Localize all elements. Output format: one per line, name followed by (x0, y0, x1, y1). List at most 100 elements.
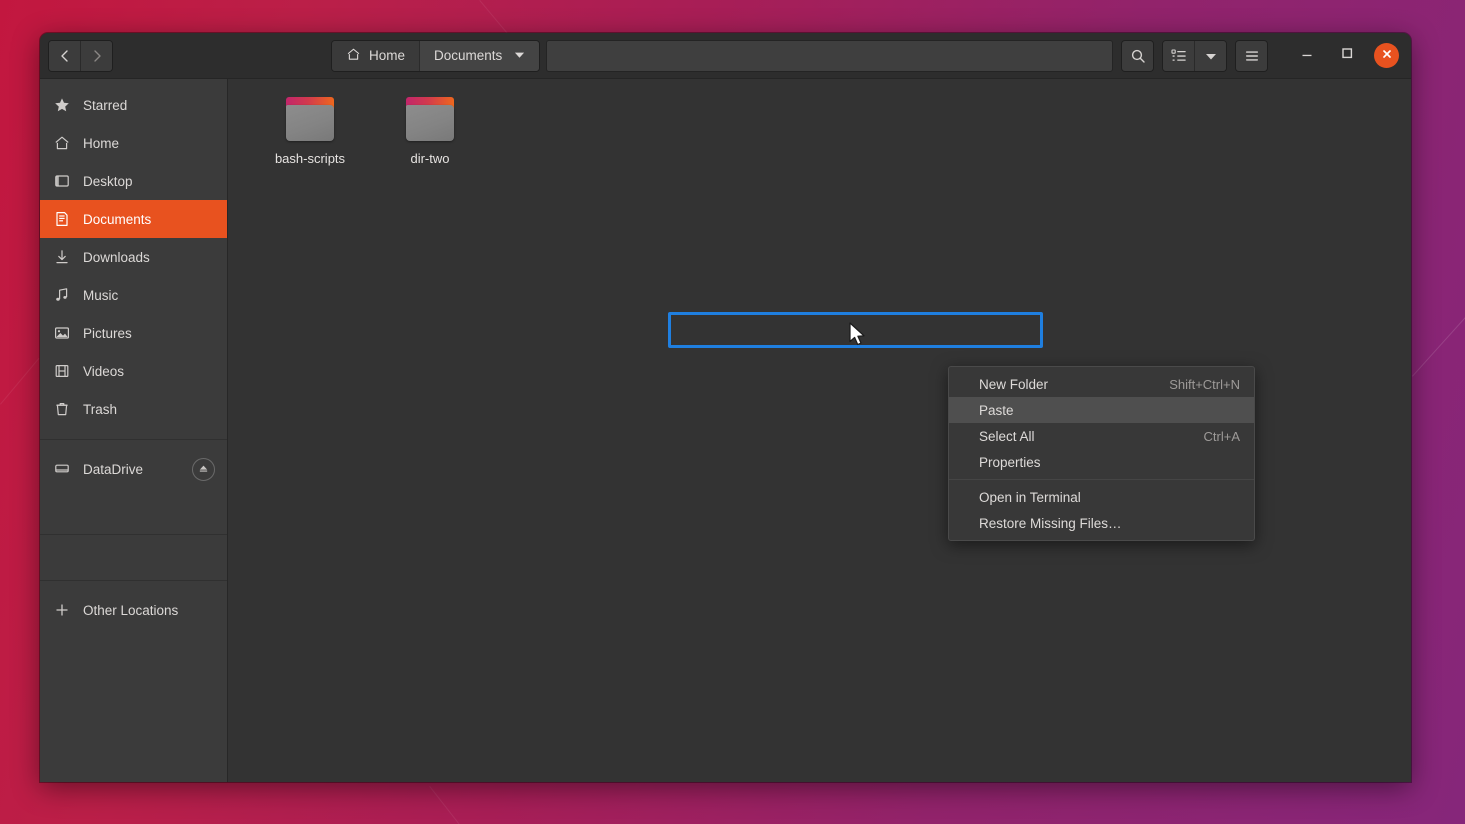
caret-down-icon[interactable] (514, 48, 525, 63)
search-icon (1130, 48, 1146, 64)
sidebar-item-other-locations[interactable]: Other Locations (40, 591, 227, 629)
menu-item-paste[interactable]: Paste (949, 397, 1254, 423)
sidebar-spacer (40, 488, 227, 534)
search-button-group (1121, 40, 1154, 72)
sidebar-item-datadrive[interactable]: DataDrive (40, 450, 227, 488)
main-menu-group (1235, 40, 1268, 72)
context-menu: New Folder Shift+Ctrl+N Paste Select All… (948, 366, 1255, 541)
sidebar-item-label: DataDrive (83, 462, 143, 477)
file-item-bash-scripts[interactable]: bash-scripts (250, 97, 370, 167)
sidebar-item-desktop[interactable]: Desktop (40, 162, 227, 200)
sidebar: Starred Home Desktop Documents (40, 79, 228, 782)
home-icon (53, 135, 70, 152)
sidebar-item-label: Desktop (83, 174, 133, 189)
close-button[interactable] (1374, 43, 1399, 68)
sidebar-item-label: Home (83, 136, 119, 151)
sidebar-divider (40, 439, 227, 440)
main-menu-button[interactable] (1236, 41, 1267, 71)
sidebar-item-pictures[interactable]: Pictures (40, 314, 227, 352)
sidebar-item-label: Pictures (83, 326, 132, 341)
view-dropdown-button[interactable] (1194, 41, 1226, 71)
back-button[interactable] (49, 41, 80, 71)
hamburger-icon (1244, 48, 1260, 64)
close-icon (1381, 47, 1393, 65)
trash-icon (53, 401, 70, 418)
download-icon (53, 249, 70, 266)
sidebar-item-label: Downloads (83, 250, 150, 265)
home-icon (346, 47, 361, 65)
plus-icon (53, 602, 70, 619)
sidebar-item-label: Documents (83, 212, 151, 227)
menu-item-label: Paste (979, 403, 1014, 418)
menu-item-label: Open in Terminal (979, 490, 1081, 505)
wallpaper-diagonal-line (1412, 265, 1465, 377)
sidebar-item-label: Starred (83, 98, 127, 113)
wallpaper-diagonal-line (0, 358, 39, 405)
minimize-icon (1300, 46, 1314, 65)
icon-grid: bash-scripts dir-two (228, 97, 1411, 167)
search-button[interactable] (1122, 41, 1153, 71)
menu-item-open-in-terminal[interactable]: Open in Terminal (949, 484, 1254, 510)
sidebar-item-label: Videos (83, 364, 124, 379)
window-body: Starred Home Desktop Documents (40, 79, 1411, 782)
sidebar-item-label: Trash (83, 402, 117, 417)
menu-item-label: Restore Missing Files… (979, 516, 1122, 531)
menu-divider (949, 479, 1254, 480)
menu-item-label: New Folder (979, 377, 1048, 392)
chevron-right-icon (90, 49, 104, 63)
sidebar-item-starred[interactable]: Starred (40, 86, 227, 124)
music-icon (53, 287, 70, 304)
maximize-button[interactable] (1334, 43, 1360, 69)
drive-icon (53, 461, 70, 478)
list-view-icon (1171, 48, 1187, 64)
breadcrumb-item-home[interactable]: Home (332, 41, 419, 71)
menu-item-restore-missing-files[interactable]: Restore Missing Files… (949, 510, 1254, 536)
documents-icon (53, 211, 70, 228)
video-icon (53, 363, 70, 380)
sidebar-item-documents[interactable]: Documents (40, 200, 227, 238)
menu-item-label: Select All (979, 429, 1035, 444)
file-list-area[interactable]: bash-scripts dir-two New Folder Shift+Ct… (228, 79, 1411, 782)
breadcrumb: Home Documents (331, 40, 540, 72)
breadcrumb-label: Documents (434, 48, 502, 63)
eject-icon (198, 462, 209, 477)
wallpaper-diagonal-line (429, 786, 504, 824)
navigation-buttons (48, 40, 113, 72)
list-view-button[interactable] (1163, 41, 1194, 71)
menu-item-label: Properties (979, 455, 1041, 470)
star-icon (53, 97, 70, 114)
sidebar-spacer (40, 535, 227, 580)
window-controls (1294, 43, 1399, 69)
menu-item-select-all[interactable]: Select All Ctrl+A (949, 423, 1254, 449)
menu-item-new-folder[interactable]: New Folder Shift+Ctrl+N (949, 371, 1254, 397)
sidebar-item-music[interactable]: Music (40, 276, 227, 314)
sidebar-item-trash[interactable]: Trash (40, 390, 227, 428)
pictures-icon (53, 325, 70, 342)
folder-icon (284, 97, 336, 143)
sidebar-item-label: Other Locations (83, 603, 178, 618)
desktop-icon (53, 173, 70, 190)
sidebar-divider (40, 580, 227, 581)
chevron-left-icon (58, 49, 72, 63)
sidebar-item-home[interactable]: Home (40, 124, 227, 162)
eject-button[interactable] (192, 458, 215, 481)
sidebar-item-videos[interactable]: Videos (40, 352, 227, 390)
view-mode-group (1162, 40, 1227, 72)
minimize-button[interactable] (1294, 43, 1320, 69)
forward-button[interactable] (80, 41, 112, 71)
breadcrumb-label: Home (369, 48, 405, 63)
sidebar-item-downloads[interactable]: Downloads (40, 238, 227, 276)
files-window: Home Documents (40, 33, 1411, 782)
menu-item-accel: Shift+Ctrl+N (1169, 377, 1240, 392)
menu-item-properties[interactable]: Properties (949, 449, 1254, 475)
caret-down-icon (1205, 50, 1217, 62)
folder-icon (404, 97, 456, 143)
file-label: dir-two (410, 150, 449, 167)
breadcrumb-item-documents[interactable]: Documents (419, 41, 539, 71)
sidebar-item-label: Music (83, 288, 118, 303)
file-item-dir-two[interactable]: dir-two (370, 97, 490, 167)
window-headerbar: Home Documents (40, 33, 1411, 79)
header-tools (1121, 40, 1403, 72)
menu-item-accel: Ctrl+A (1204, 429, 1240, 444)
path-entry-field[interactable] (546, 40, 1113, 72)
